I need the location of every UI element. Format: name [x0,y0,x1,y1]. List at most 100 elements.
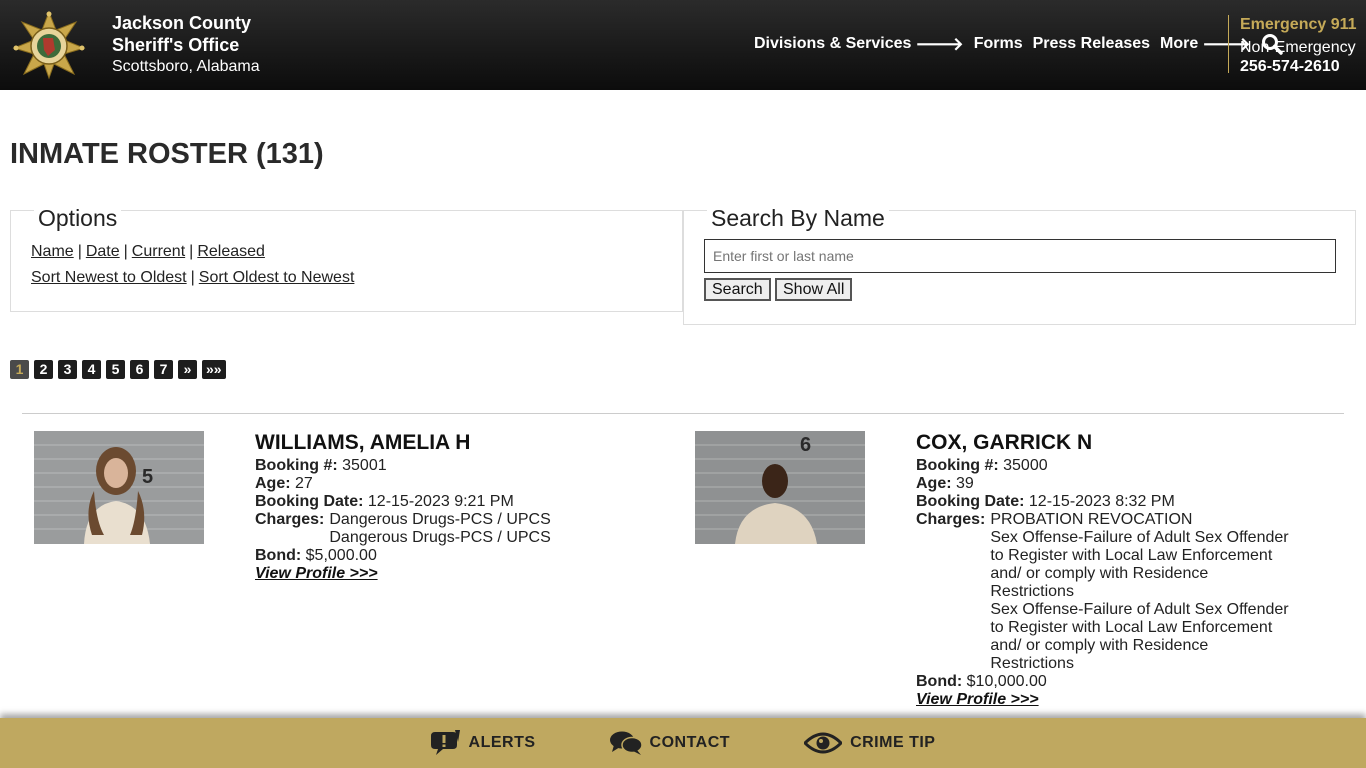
charges-row: Charges: Dangerous Drugs-PCS / UPCS Dang… [255,511,585,547]
age-value: 27 [295,475,313,492]
inmate-info: COX, GARRICK N Booking #: 35000 Age: 39 … [916,431,1306,709]
charges-list: Dangerous Drugs-PCS / UPCS Dangerous Dru… [329,511,550,547]
page-title: INMATE ROSTER (131) [10,138,324,170]
bond-label: Bond: [916,673,963,690]
divider [22,413,1344,414]
booking-label: Booking #: [255,457,338,474]
eye-icon [804,732,843,754]
placard-number: 5 [142,466,153,488]
page-6-link[interactable]: 6 [130,360,149,379]
inmate-name: COX, GARRICK N [916,431,1093,454]
charge-item: Sex Offense-Failure of Adult Sex Offende… [990,601,1289,672]
sort-newest-link[interactable]: Sort Newest to Oldest [31,269,187,286]
booking-date-label: Booking Date: [255,493,364,510]
booking-date-label: Booking Date: [916,493,1025,510]
next-page-link[interactable]: » [178,360,197,379]
charges-label: Charges: [916,511,986,528]
nav-label: Press Releases [1032,35,1151,52]
nav-label: Divisions & Services [754,35,912,52]
pagination: 1 2 3 4 5 6 7 » »» [10,360,231,379]
page-4-link[interactable]: 4 [82,360,101,379]
filter-name-link[interactable]: Name [31,243,74,260]
placard-number: 6 [800,434,811,456]
search-legend: Search By Name [707,205,889,232]
arrow-right-icon: 🡒 [915,33,964,54]
quick-actions-bar: ALERTS CONTACT CRIME TIP [0,718,1366,768]
main-nav: Divisions & Services 🡒 Forms Press Releas… [754,33,1283,55]
last-page-link[interactable]: »» [202,360,226,379]
search-panel: Search By Name Search Show All [683,205,1356,325]
nav-forms[interactable]: Forms [974,35,1023,53]
sheriff-badge-logo[interactable] [12,10,86,80]
age-value: 39 [956,475,974,492]
inmate-mugshot[interactable]: 5 [34,431,204,544]
filter-date-link[interactable]: Date [86,243,120,260]
filter-links: Name | Date | Current | Released [31,243,265,261]
bond-row: Bond: $10,000.00 [916,673,1306,691]
page-7-link[interactable]: 7 [154,360,173,379]
separator: | [123,243,128,260]
crime-tip-label: CRIME TIP [850,734,936,751]
contact-button[interactable]: CONTACT [609,731,731,755]
view-profile-link[interactable]: View Profile >>> [255,565,378,582]
inmate-mugshot[interactable]: 6 [695,431,865,544]
crime-tip-button[interactable]: CRIME TIP [804,731,935,755]
charge-item: Sex Offense-Failure of Adult Sex Offende… [990,529,1289,600]
separator: | [190,269,195,286]
nav-press-releases[interactable]: Press Releases [1033,35,1150,53]
filter-released-link[interactable]: Released [197,243,265,260]
alerts-icon [430,730,460,755]
nav-divisions-services[interactable]: Divisions & Services 🡒 [754,34,964,55]
filter-current-link[interactable]: Current [132,243,185,260]
search-button[interactable]: Search [704,278,771,301]
booking-date-row: Booking Date: 12-15-2023 9:21 PM [255,493,585,511]
age-label: Age: [255,475,291,492]
page-1-link[interactable]: 1 [10,360,29,379]
options-legend: Options [34,205,122,232]
view-profile-link[interactable]: View Profile >>> [916,691,1039,708]
page-2-link[interactable]: 2 [34,360,53,379]
sort-oldest-link[interactable]: Sort Oldest to Newest [199,269,355,286]
nav-label: More [1160,35,1199,52]
org-name[interactable]: Jackson County Sheriff's Office Scottsbo… [112,12,260,78]
booking-date-row: Booking Date: 12-15-2023 8:32 PM [916,493,1306,511]
bond-value: $10,000.00 [966,673,1047,690]
bond-row: Bond: $5,000.00 [255,547,585,565]
show-all-button[interactable]: Show All [775,278,853,301]
name-search-input[interactable] [704,239,1336,273]
booking-number: 35001 [342,457,387,474]
emergency-contacts: Emergency 911 Non-Emergency 256-574-2610 [1240,14,1357,77]
non-emergency-label: Non-Emergency [1240,39,1356,56]
charges-list: PROBATION REVOCATION Sex Offense-Failure… [990,511,1290,673]
chat-bubbles-icon [609,731,642,755]
non-emergency-phone[interactable]: 256-574-2610 [1240,56,1357,77]
options-panel: Options Name | Date | Current | Released Sort … [10,205,683,312]
sort-links: Sort Newest to Oldest | Sort Oldest to New… [31,269,354,287]
inmate-name: WILLIAMS, AMELIA H [255,431,471,454]
inmate-info: WILLIAMS, AMELIA H Booking #: 35001 Age:… [255,431,585,583]
nav-more[interactable]: More 🡒 [1160,34,1251,55]
alerts-label: ALERTS [468,734,536,751]
org-line-2: Sheriff's Office [112,35,240,55]
separator: | [77,243,82,260]
emergency-911[interactable]: Emergency 911 [1240,14,1357,35]
age-row: Age: 39 [916,475,1306,493]
page-3-link[interactable]: 3 [58,360,77,379]
booking-number: 35000 [1003,457,1048,474]
page-5-link[interactable]: 5 [106,360,125,379]
age-label: Age: [916,475,952,492]
org-line-1: Jackson County [112,13,252,33]
booking-label: Booking #: [916,457,999,474]
charge-item: PROBATION REVOCATION [990,511,1193,528]
charges-label: Charges: [255,511,325,528]
charges-row: Charges: PROBATION REVOCATION Sex Offens… [916,511,1306,673]
site-header: Jackson County Sheriff's Office Scottsbo… [0,0,1366,90]
nav-label: Forms [973,35,1023,52]
booking-date-value: 12-15-2023 8:32 PM [1028,493,1175,510]
charge-item: Dangerous Drugs-PCS / UPCS [329,511,551,528]
booking-row: Booking #: 35001 [255,457,585,475]
bond-label: Bond: [255,547,302,564]
booking-row: Booking #: 35000 [916,457,1306,475]
age-row: Age: 27 [255,475,585,493]
alerts-button[interactable]: ALERTS [430,730,536,756]
